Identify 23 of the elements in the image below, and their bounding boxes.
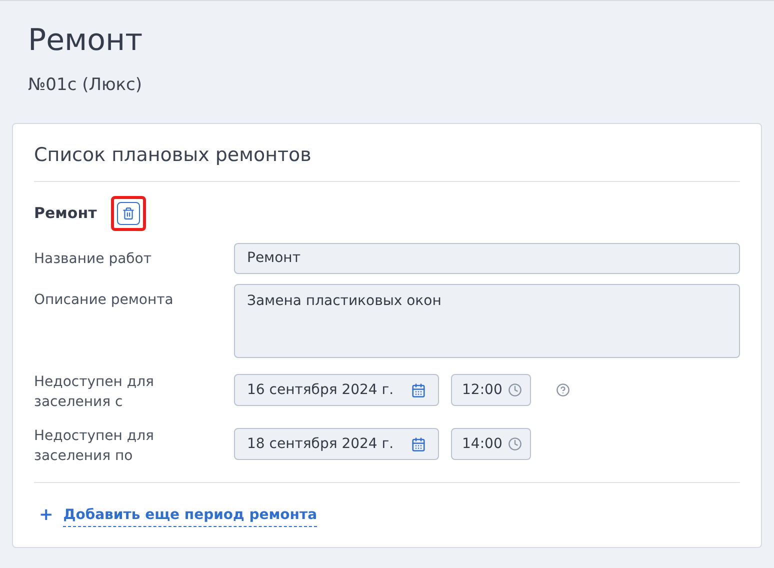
field-label: Недоступен для заселения с [34, 373, 155, 412]
text-field[interactable]: Ремонт [234, 243, 740, 274]
text-area[interactable]: Замена пластиковых окон [234, 284, 740, 358]
field-label: Описание ремонта [34, 291, 174, 310]
date-field[interactable]: 16 сентября 2024 г. [234, 374, 439, 406]
clock-icon [508, 437, 522, 451]
calendar-icon [411, 382, 426, 398]
page-subtitle: №01с (Люкс) [28, 74, 144, 97]
add-period-link[interactable]: Добавить еще период ремонта [63, 504, 318, 527]
field-label: Название работ [34, 250, 153, 269]
card-title: Список плановых ремонтов [34, 124, 740, 182]
trash-icon [122, 207, 135, 220]
calendar-icon [411, 436, 426, 452]
date-field[interactable]: 18 сентября 2024 г. [234, 428, 439, 460]
section-title: Ремонт [34, 203, 97, 224]
plus-icon: + [39, 503, 54, 528]
page-title: Ремонт [28, 22, 144, 60]
help-icon[interactable] [556, 383, 570, 397]
time-field[interactable]: 14:00 [451, 428, 531, 460]
delete-button[interactable] [116, 202, 140, 225]
time-field[interactable]: 12:00 [451, 374, 531, 406]
field-label: Недоступен для заселения по [34, 427, 155, 466]
clock-icon [508, 383, 522, 397]
